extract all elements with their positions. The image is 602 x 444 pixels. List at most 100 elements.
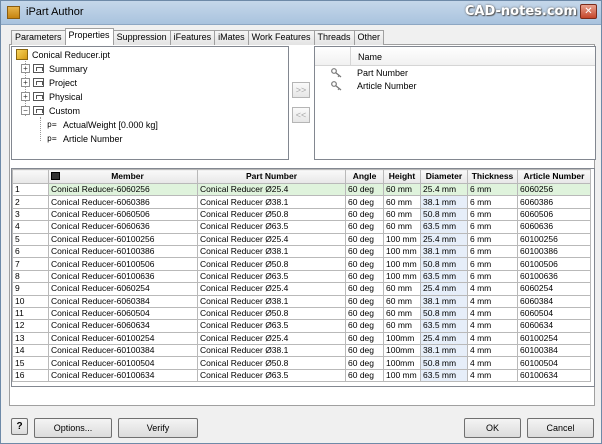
table-cell[interactable]: 6060386 [517,195,591,209]
table-cell[interactable]: 100 mm [383,244,421,259]
column-header-article-number[interactable]: Article Number [517,169,591,184]
table-cell[interactable]: Conical Reducer-6060384 [48,294,198,308]
table-cell[interactable]: 25.4 mm [420,282,468,296]
table-cell[interactable]: Conical Reducer Ø25.4 [197,182,346,197]
table-cell[interactable]: 60 deg [345,306,384,321]
tab-other[interactable]: Other [353,30,385,45]
tab-ifeatures[interactable]: iFeatures [169,30,216,45]
verify-button[interactable]: Verify [118,418,198,438]
table-cell[interactable]: 60 mm [383,195,421,209]
table-cell[interactable]: Conical Reducer-6060254 [48,282,198,296]
table-cell[interactable]: 60 mm [383,319,421,333]
table-cell[interactable]: 60 deg [345,207,384,222]
table-cell[interactable]: Conical Reducer-60100634 [48,368,198,383]
table-cell[interactable]: 60 mm [383,220,421,234]
table-row[interactable]: 9 Conical Reducer-6060254 Conical Reducer … [12,282,591,296]
table-cell[interactable]: 60100384 [517,344,591,358]
row-number-cell[interactable]: 4 [12,220,49,234]
row-number-cell[interactable]: 13 [12,331,49,346]
table-row[interactable]: 5 Conical Reducer-60100256 Conical Reducer… [12,232,591,246]
table-cell[interactable]: 6 mm [467,182,518,197]
table-cell[interactable]: 6 mm [467,220,518,234]
table-row[interactable]: 13 Conical Reducer-60100254 Conical Reduce… [12,331,591,346]
row-number-cell[interactable]: 1 [12,182,49,197]
table-cell[interactable]: Conical Reducer Ø50.8 [197,306,346,321]
table-cell[interactable]: 25.4 mm [420,232,468,246]
table-cell[interactable]: 50.8 mm [420,306,468,321]
table-cell[interactable]: 6 mm [467,207,518,222]
table-cell[interactable]: 100mm [383,344,421,358]
tree-group-custom[interactable]: − Custom [21,105,141,117]
table-cell[interactable]: 6060634 [517,319,591,333]
property-tree[interactable]: Conical Reducer.ipt + Summary + Project … [11,46,289,160]
table-cell[interactable]: 60100386 [517,244,591,259]
row-number-cell[interactable]: 2 [12,195,49,209]
table-cell[interactable]: Conical Reducer Ø50.8 [197,257,346,271]
table-cell[interactable]: 50.8 mm [420,356,468,370]
list-item-part-number[interactable]: Part Number [315,67,595,80]
table-row[interactable]: 14 Conical Reducer-60100384 Conical Reduce… [12,344,591,358]
table-cell[interactable]: 4 mm [467,282,518,296]
column-header-angle[interactable]: Angle [345,169,384,184]
table-cell[interactable]: 6060254 [517,282,591,296]
table-cell[interactable]: 4 mm [467,356,518,370]
table-cell[interactable]: 60100634 [517,368,591,383]
table-cell[interactable]: 38.1 mm [420,195,468,209]
table-cell[interactable]: 60 deg [345,220,384,234]
table-row[interactable]: 8 Conical Reducer-60100636 Conical Reducer… [12,269,591,284]
tab-suppression[interactable]: Suppression [112,30,171,45]
table-cell[interactable]: 60 mm [383,282,421,296]
tab-threads[interactable]: Threads [313,30,355,45]
row-number-cell[interactable]: 9 [12,282,49,296]
table-row[interactable]: 3 Conical Reducer-6060506 Conical Reducer … [12,207,591,222]
row-number-cell[interactable]: 8 [12,269,49,284]
table-row[interactable]: 7 Conical Reducer-60100506 Conical Reducer… [12,257,591,271]
table-cell[interactable]: Conical Reducer-60100384 [48,344,198,358]
table-cell[interactable]: 100 mm [383,232,421,246]
table-cell[interactable]: 60 mm [383,294,421,308]
row-number-cell[interactable]: 7 [12,257,49,271]
table-cell[interactable]: 4 mm [467,294,518,308]
table-cell[interactable]: Conical Reducer Ø63.5 [197,319,346,333]
row-number-cell[interactable]: 11 [12,306,49,321]
table-cell[interactable]: 63.5 mm [420,269,468,284]
table-row[interactable]: 10 Conical Reducer-6060384 Conical Reducer… [12,294,591,308]
table-row[interactable]: 6 Conical Reducer-60100386 Conical Reducer… [12,244,591,259]
table-row[interactable]: 1 Conical Reducer-6060256 Conical Reducer … [12,182,591,197]
expand-plus-icon[interactable]: + [21,64,30,73]
table-cell[interactable]: 60 deg [345,331,384,346]
row-number-cell[interactable]: 6 [12,244,49,259]
table-cell[interactable]: Conical Reducer-6060256 [48,182,198,197]
table-cell[interactable]: 60 deg [345,356,384,370]
table-cell[interactable]: 100 mm [383,368,421,383]
table-cell[interactable]: Conical Reducer Ø38.1 [197,195,346,209]
table-cell[interactable]: Conical Reducer-6060634 [48,319,198,333]
table-row[interactable]: 12 Conical Reducer-6060634 Conical Reducer… [12,319,591,333]
table-cell[interactable]: 6060506 [517,207,591,222]
table-cell[interactable]: 4 mm [467,368,518,383]
table-cell[interactable]: 25.4 mm [420,331,468,346]
table-cell[interactable]: 60 deg [345,368,384,383]
table-cell[interactable]: 60 deg [345,344,384,358]
table-cell[interactable]: 60 deg [345,232,384,246]
table-cell[interactable]: Conical Reducer Ø38.1 [197,244,346,259]
table-cell[interactable]: 100 mm [383,257,421,271]
table-cell[interactable]: 6 mm [467,269,518,284]
close-button[interactable]: ✕ [580,4,597,19]
tab-parameters[interactable]: Parameters [11,30,66,45]
selected-properties-list[interactable]: Name Part Number Article Number [314,46,596,160]
table-cell[interactable]: 4 mm [467,306,518,321]
table-cell[interactable]: 50.8 mm [420,257,468,271]
table-cell[interactable]: 6 mm [467,195,518,209]
name-column-header[interactable]: Name [315,47,595,66]
column-header-thickness[interactable]: Thickness [467,169,518,184]
table-cell[interactable]: 60100256 [517,232,591,246]
tree-group-physical[interactable]: + Physical [21,91,141,103]
table-cell[interactable]: 60 deg [345,319,384,333]
tree-group-summary[interactable]: + Summary [21,63,141,75]
table-cell[interactable]: Conical Reducer Ø50.8 [197,207,346,222]
table-cell[interactable]: 4 mm [467,344,518,358]
table-cell[interactable]: 100mm [383,331,421,346]
members-grid[interactable]: Member Part Number Angle Height Diameter… [11,168,595,387]
table-cell[interactable]: Conical Reducer Ø25.4 [197,331,346,346]
